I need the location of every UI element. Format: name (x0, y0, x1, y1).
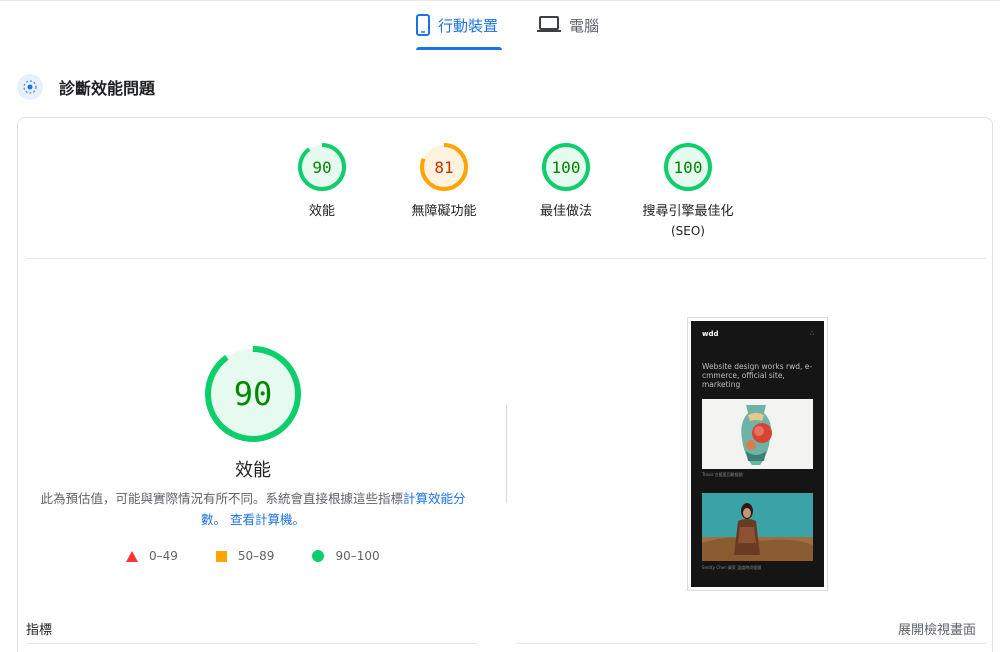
diagnose-title: 診斷效能問題 (59, 79, 156, 98)
triangle-icon (126, 550, 138, 562)
gauge-best-practices[interactable]: 100 最佳做法 (501, 142, 631, 222)
gauge-score: 100 (552, 158, 581, 177)
gauge-ring: 100 (664, 143, 712, 191)
metrics-divider (26, 643, 478, 644)
gauge-performance[interactable]: 90 效能 (257, 142, 387, 222)
site-logo: wdd (702, 330, 719, 338)
screenshot-content: wdd ∴ Website design works rwd, e-cmmerc… (691, 321, 824, 587)
gauge-score: 100 (674, 158, 703, 177)
screenshot-caption: Travis 台藍藍回靴經銷 (702, 472, 743, 477)
score-legend: 0–49 50–89 90–100 (126, 549, 418, 563)
category-gauges: 90 效能 81 無障礙功能 100 最佳做法 100 搜尋引擎最佳化 (SEO… (0, 142, 1000, 242)
gauge-sublabel: (SEO) (670, 224, 705, 238)
smartphone-icon (416, 14, 430, 36)
gauge-score: 90 (312, 158, 331, 177)
vase-image (702, 399, 813, 469)
site-heading: Website design works rwd, e-cmmerce, off… (702, 362, 813, 389)
vertical-divider (506, 405, 507, 503)
gauge-accessibility[interactable]: 81 無障礙功能 (379, 142, 509, 222)
expand-view-button[interactable]: 展開檢視畫面 (898, 619, 976, 638)
performance-description: 此為預估值，可能與實際情況有所不同。系統會直接根據這些指標計算效能分數。 查看計… (40, 488, 466, 530)
gauge-label: 搜尋引擎最佳化 (642, 204, 734, 219)
page-screenshot[interactable]: wdd ∴ Website design works rwd, e-cmmerc… (687, 317, 828, 591)
device-tabs: 行動裝置 電腦 (0, 0, 1000, 50)
model-image (702, 493, 813, 561)
legend-average: 50–89 (215, 549, 275, 563)
performance-title: 效能 (235, 460, 271, 481)
legend-range: 90–100 (335, 549, 380, 563)
description-separator: 。 (213, 512, 226, 527)
site-menu-icon: ∴ (810, 330, 814, 337)
legend-fail: 0–49 (126, 549, 178, 563)
gauge-seo[interactable]: 100 搜尋引擎最佳化 (SEO) (623, 142, 753, 240)
description-text: 此為預估值，可能與實際情況有所不同。系統會直接根據這些指標 (40, 491, 403, 506)
screenshot-caption: Smitty Chen 買家 溫度時尚經銷 (702, 565, 762, 570)
performance-gauge: 90 (203, 344, 303, 444)
tab-desktop[interactable]: 電腦 (537, 14, 599, 50)
gauge-label: 無障礙功能 (411, 204, 477, 219)
square-icon (215, 550, 227, 562)
metrics-heading: 指標 (26, 623, 53, 638)
metrics-divider (516, 643, 986, 644)
gauge-ring: 90 (298, 143, 346, 191)
circle-icon (312, 550, 325, 562)
gauge-ring: 81 (420, 143, 468, 191)
description-end: 。 (292, 512, 306, 527)
legend-range: 0–49 (149, 549, 178, 563)
tab-mobile[interactable]: 行動裝置 (416, 14, 498, 50)
performance-score: 90 (234, 375, 273, 413)
diagnose-header: 診斷效能問題 (17, 74, 155, 100)
gauge-label: 效能 (308, 204, 335, 219)
legend-pass: 90–100 (312, 549, 380, 563)
tab-mobile-label: 行動裝置 (438, 17, 499, 35)
tab-desktop-label: 電腦 (569, 17, 600, 35)
lighthouse-icon (17, 74, 43, 100)
active-tab-indicator (416, 47, 502, 50)
performance-gauge-ring: 90 (205, 346, 301, 442)
gauge-ring: 100 (542, 143, 590, 191)
laptop-icon (537, 16, 561, 32)
calculator-link[interactable]: 查看計算機 (230, 512, 293, 527)
gauge-score: 81 (434, 158, 453, 177)
legend-range: 50–89 (237, 549, 275, 563)
section-divider (26, 258, 986, 259)
gauge-label: 最佳做法 (539, 204, 592, 219)
